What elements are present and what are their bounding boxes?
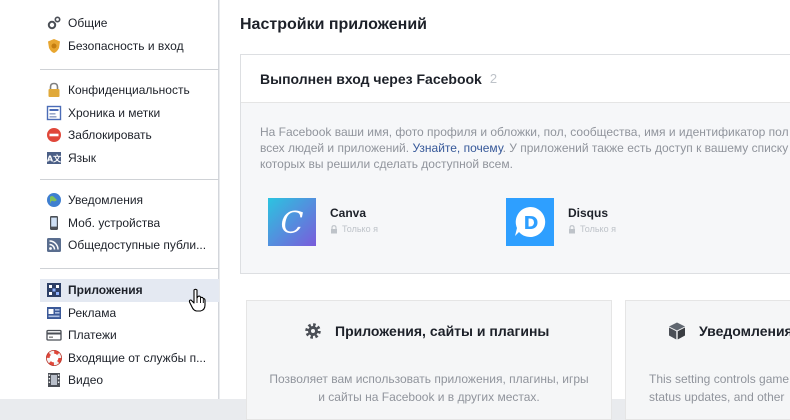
sidebar-item-label: Общие: [68, 16, 108, 31]
gears-icon: [46, 15, 62, 31]
app-item-canva[interactable]: C Canva Только я: [268, 198, 378, 246]
tile-text-line: Позволяет вам использовать приложения, п…: [269, 372, 589, 386]
sidebar-item-label: Приложения: [68, 283, 143, 298]
sidebar-item-label: Реклама: [68, 305, 117, 320]
disqus-logo: D: [506, 198, 554, 246]
hand-cursor-icon: [188, 288, 206, 317]
ads-icon: [46, 305, 62, 321]
description-text: . У приложений также есть доступ к вашем…: [502, 141, 789, 155]
sidebar-item-label: Уведомления: [68, 193, 144, 208]
nav-group-notifications: Уведомления Моб. устройства Общедоступны…: [40, 189, 219, 257]
sidebar-item-label: Конфиденциальность: [68, 83, 190, 98]
tile-text-line: status updates, and other: [649, 390, 785, 404]
app-info: Disqus Только я: [568, 198, 616, 234]
gear-icon: [305, 323, 321, 339]
language-icon: A文: [46, 150, 62, 166]
page-title: Настройки приложений: [240, 16, 428, 33]
film-icon: [46, 372, 62, 388]
description-line: На Facebook ваши имя, фото профиля и обл…: [260, 125, 789, 139]
lock-icon: [569, 224, 575, 233]
sidebar-item-payments[interactable]: Платежи: [40, 324, 219, 347]
app-visibility: Только я: [568, 224, 616, 234]
tile-title: Уведомления: [699, 323, 790, 339]
tile-description: This setting controls game status update…: [649, 370, 789, 406]
sidebar-item-timeline[interactable]: Хроника и метки: [40, 102, 219, 125]
sidebar-item-language[interactable]: A文 Язык: [40, 147, 219, 170]
sidebar-item-video[interactable]: Видео: [40, 369, 219, 392]
visibility-label: Только я: [580, 224, 616, 234]
padlock-icon: [46, 82, 62, 98]
app-info: Canva Только я: [330, 198, 378, 234]
tile-header: Уведомления: [667, 321, 790, 341]
apps-websites-plugins-tile[interactable]: Приложения, сайты и плагины Позволяет ва…: [246, 300, 612, 420]
app-visibility: Только я: [330, 224, 378, 234]
divider: [40, 179, 219, 180]
sidebar-item-label: Хроника и метки: [68, 105, 161, 120]
card-heading: Выполнен вход через Facebook: [260, 70, 482, 87]
lifebuoy-icon: [46, 349, 62, 366]
canva-logo-letter: C: [281, 206, 304, 241]
sidebar-item-public-posts[interactable]: Общедоступные публи...: [40, 234, 219, 257]
sidebar-item-label: Платежи: [68, 328, 117, 343]
tile-title: Приложения, сайты и плагины: [335, 323, 550, 339]
notifications-tile[interactable]: Уведомления This setting controls game s…: [625, 300, 790, 420]
cube-icon: [669, 322, 685, 340]
apps-count: 2: [489, 71, 498, 86]
sidebar-item-notifications[interactable]: Уведомления: [40, 189, 219, 212]
sidebar-item-general[interactable]: Общие: [40, 12, 219, 35]
payments-icon: [46, 327, 62, 343]
sidebar-item-label: Видео: [68, 373, 104, 388]
rss-icon: [46, 237, 62, 253]
app-name: Disqus: [568, 206, 609, 220]
card-header: Выполнен вход через Facebook 2: [241, 55, 790, 103]
globe-icon: [46, 192, 62, 208]
block-icon: [46, 127, 62, 143]
sidebar-item-privacy[interactable]: Конфиденциальность: [40, 79, 219, 102]
canva-logo: C: [268, 198, 316, 246]
nav-group-general: Общие Безопасность и вход: [40, 12, 219, 57]
nav-group-privacy: Конфиденциальность Хроника и метки Забло…: [40, 79, 219, 169]
apps-icon: [46, 282, 62, 298]
timeline-icon: [46, 105, 62, 121]
sidebar-item-label: Общедоступные публи...: [68, 238, 207, 253]
sidebar-item-block[interactable]: Заблокировать: [40, 124, 219, 147]
sidebar-item-label: Безопасность и вход: [68, 38, 184, 53]
card-body: На Facebook ваши имя, фото профиля и обл…: [241, 103, 790, 273]
svg-text:A文: A文: [47, 153, 62, 163]
tile-text-line: и сайты на Facebook и в других местах.: [318, 390, 540, 404]
tile-text-line: This setting controls game: [649, 372, 790, 386]
description-line: всех людей и приложений. Узнайте, почему…: [260, 140, 790, 156]
disqus-logo-letter: D: [524, 213, 539, 234]
description-text: всех людей и приложений.: [260, 141, 413, 155]
description-line: которых вы решили сделать доступной всем…: [260, 157, 513, 171]
learn-why-link[interactable]: Узнайте, почему: [412, 141, 502, 155]
app-item-disqus[interactable]: D Disqus Только я: [506, 198, 616, 246]
mobile-icon: [46, 215, 62, 231]
sidebar-item-label: Язык: [68, 150, 97, 165]
sidebar-item-label: Заблокировать: [68, 128, 152, 143]
lock-icon: [331, 224, 337, 233]
divider: [40, 69, 219, 70]
main-content: Настройки приложений Выполнен вход через…: [220, 0, 790, 420]
sidebar-item-support-inbox[interactable]: Входящие от службы п...: [40, 347, 219, 370]
sidebar-item-label: Входящие от службы п...: [68, 350, 207, 365]
card-description: На Facebook ваши имя, фото профиля и обл…: [260, 124, 790, 172]
visibility-label: Только я: [342, 224, 378, 234]
settings-sidebar: Общие Безопасность и вход Конфиденциальн…: [0, 0, 219, 399]
sidebar-item-mobile[interactable]: Моб. устройства: [40, 212, 219, 235]
divider: [40, 268, 219, 269]
tile-header: Приложения, сайты и плагины: [303, 321, 549, 341]
facebook-login-apps-card: Выполнен вход через Facebook 2 На Facebo…: [240, 54, 790, 274]
shield-badge-icon: [46, 38, 62, 54]
tile-description: Позволяет вам использовать приложения, п…: [247, 370, 611, 406]
sidebar-item-label: Моб. устройства: [68, 215, 161, 230]
sidebar-item-security[interactable]: Безопасность и вход: [40, 35, 219, 58]
app-name: Canva: [330, 206, 367, 220]
